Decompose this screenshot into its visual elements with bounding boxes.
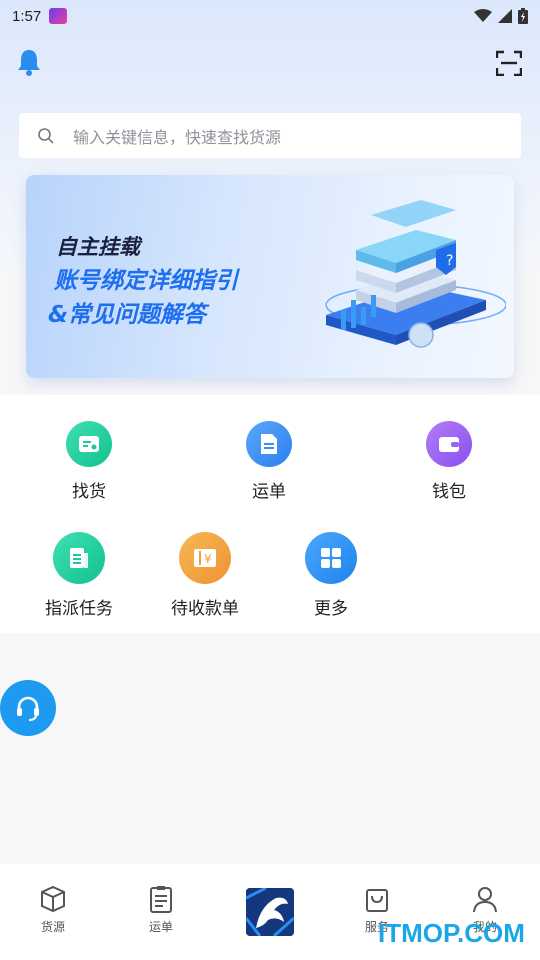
scan-button[interactable] [495,50,523,77]
waybill-icon [246,421,292,467]
menu-label: 更多 [314,599,348,619]
wallet-icon [426,421,472,467]
menu-label: 指派任务 [45,599,113,619]
menu-item-find-goods[interactable]: 找货 [29,421,149,502]
menu-item-pending-payment[interactable]: ¥ 待收款单 [145,532,265,619]
menu-item-more[interactable]: 更多 [271,532,391,619]
signal-icon [498,9,512,23]
banner-title: 自主挂载 [56,235,140,259]
shopping-bag-icon [366,889,388,912]
scan-icon [495,50,523,77]
wifi-icon [474,9,492,22]
tab-label: 货源 [40,920,65,934]
search-placeholder: 输入关键信息，快速查找货源 [73,127,282,147]
menu-label: 待收款单 [171,599,239,619]
banner-subtitle-2: &常见问题解答 [48,302,207,328]
notification-bell-button[interactable] [16,48,42,76]
menu-item-wallet[interactable]: 钱包 [389,421,509,502]
search-icon [38,127,54,144]
clipboard-icon [150,886,172,913]
tab-waybill[interactable]: 运单 [121,884,201,935]
svg-text:?: ? [446,253,453,269]
tab-goods-source[interactable]: 货源 [13,884,93,935]
menu-label: 钱包 [432,482,466,502]
function-menu: 找货 运单 钱包 指派任务 ¥ 待收款单 更多 [0,395,540,633]
bell-icon [18,50,40,76]
menu-item-assign-task[interactable]: 指派任务 [19,532,139,619]
person-icon [473,887,497,913]
customer-service-button[interactable] [0,680,56,736]
pending-payment-icon: ¥ [179,532,231,584]
app-logo-icon[interactable] [246,888,294,936]
tab-label: 运单 [148,920,173,934]
banner-subtitle: 账号绑定详细指引 [54,268,238,294]
find-goods-icon [66,421,112,467]
more-grid-icon [305,532,357,584]
menu-label: 找货 [72,482,106,502]
headset-icon [17,696,39,721]
search-input[interactable]: 输入关键信息，快速查找货源 [19,113,521,158]
menu-label: 运单 [252,482,286,502]
watermark: ITMOP.COM [378,918,525,948]
notification-app-icon [49,8,68,24]
battery-icon [518,8,528,24]
server-illustration-icon: ? [325,200,506,348]
assign-task-icon [53,532,105,584]
promo-banner[interactable]: 自主挂载 账号绑定详细指引 &常见问题解答 ? [26,175,514,378]
box-icon [41,885,65,913]
menu-item-waybill[interactable]: 运单 [209,421,329,502]
status-time: 1:57 [12,7,42,25]
status-bar: 1:57 [0,0,540,32]
status-icons [474,8,528,24]
svg-text:¥: ¥ [204,552,212,566]
